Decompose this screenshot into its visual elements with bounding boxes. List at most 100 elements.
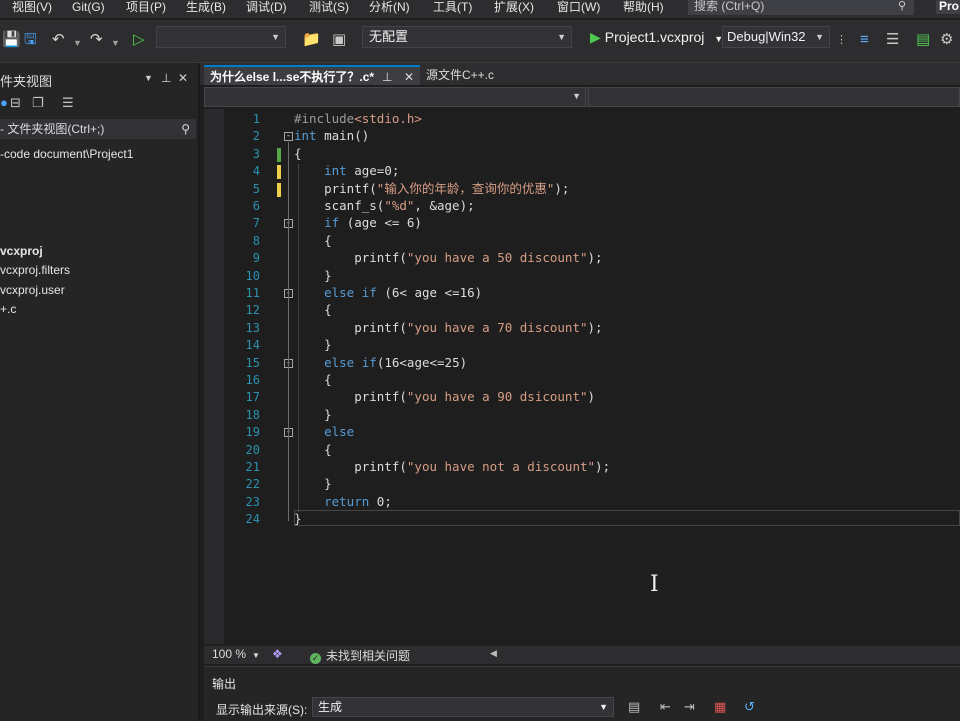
code-line[interactable]: scanf_s("%d", &age); [294,199,475,213]
code-line[interactable]: printf("输入你的年龄，查询你的优惠"); [294,181,569,196]
code-line[interactable]: { [294,233,332,248]
chevron-down-icon: ▼ [599,702,608,712]
search-input[interactable]: 搜索 (Ctrl+Q) ⚲ [688,0,914,15]
code-line[interactable]: int age=0; [294,164,399,178]
code-line[interactable]: } [294,477,332,491]
collapse-all-icon[interactable]: ⊟ [10,95,21,111]
tree-item-filters-file[interactable]: vcxproj.filters [0,263,70,277]
account-badge[interactable]: Pro [936,0,960,14]
menu-debug[interactable]: 调试(D) [246,0,287,14]
previous-message-icon[interactable]: ⇤ [660,699,671,715]
close-icon[interactable]: ✕ [404,67,414,87]
menu-analyze[interactable]: 分析(N) [369,0,410,14]
run-button[interactable]: ▶ Project1.vcxproj ▼ [590,27,723,47]
scope-dropdown[interactable]: ▼ [204,87,586,107]
folder-search-input[interactable]: - 文件夹视图(Ctrl+;) ⚲ [0,119,196,139]
code-line[interactable]: printf("you have a 70 discount"); [294,320,602,335]
tab-document[interactable]: 源文件C++.c [420,65,742,85]
window-layout-icon[interactable]: ▣ [332,31,346,49]
code-line[interactable]: else [294,425,354,439]
configuration-combo[interactable]: 无配置 ▼ [362,26,572,48]
redo-dropdown-icon[interactable]: ▼ [111,34,120,52]
menu-window[interactable]: 窗口(W) [557,0,600,14]
check-icon: ✓ [310,653,321,664]
editor-status-bar: 100 % ▼ ❖ ✓ 未找到相关问题 ◀ [204,646,960,664]
code-line[interactable]: return 0; [294,494,392,509]
code-line[interactable]: printf("you have a 50 discount"); [294,251,602,265]
code-line[interactable]: { [294,303,332,317]
menu-tools[interactable]: 工具(T) [433,0,472,14]
start-without-debug-icon[interactable]: ▷ [133,31,145,49]
menu-build[interactable]: 生成(B) [186,0,226,14]
code-line[interactable]: } [294,338,332,352]
tree-item-project-file[interactable]: vcxproj [0,244,43,258]
find-message-icon[interactable]: ▤ [628,699,640,715]
save-all-icon[interactable]: 🖫 [24,31,37,49]
tree-item-folder[interactable]: -code document\Project1 [0,147,133,161]
panel-toolbar: ● ⊟ ❐ ☰ [0,95,198,113]
code-line[interactable]: printf("you have a 90 dsicount") [294,390,595,404]
menu-view[interactable]: 视图(V) [12,0,52,14]
startup-item-combo[interactable]: ▼ [156,26,286,48]
document-tabs: 为什么else l...se不执行了？.c* ⊥ ✕ 源文件C++.c [200,63,960,85]
undo-icon[interactable]: ↶ [52,31,65,49]
code-line[interactable]: } [294,268,332,283]
tree-item-user-file[interactable]: vcxproj.user [0,283,65,297]
build-config-combo[interactable]: Debug|Win32 ▼ [722,26,830,48]
code-line[interactable]: { [294,442,332,457]
code-line[interactable]: } [294,407,332,422]
scroll-left-icon[interactable]: ◀ [490,648,497,659]
menu-help[interactable]: 帮助(H) [623,0,664,14]
code-line[interactable]: else if(16<age<=25) [294,355,467,370]
menu-test[interactable]: 测试(S) [309,0,349,14]
collapse-icon[interactable]: - [284,132,293,142]
open-folder-icon[interactable]: 📁 [302,31,321,49]
tree-item-source-file[interactable]: +.c [0,302,16,316]
undo-dropdown-icon[interactable]: ▼ [73,34,82,52]
code-line[interactable]: if (age <= 6) [294,216,422,230]
line-number: 8 [252,233,260,248]
code-line[interactable]: #include<stdio.h> [294,112,422,126]
search-icon[interactable]: ⚲ [898,0,906,13]
tab-active-document[interactable]: 为什么else l...se不执行了？.c* ⊥ ✕ [204,65,420,85]
line-number: 16 [245,373,260,387]
clear-all-icon[interactable]: ▦ [714,699,726,715]
pin-icon[interactable]: ⊥ [382,67,392,87]
search-placeholder: 搜索 (Ctrl+Q) [694,0,765,13]
intellicode-icon[interactable]: ❖ [272,647,283,661]
menu-extensions[interactable]: 扩展(X) [494,0,534,14]
search-icon: ⚲ [181,122,190,136]
issues-indicator[interactable]: ✓ 未找到相关问题 [310,647,410,664]
sync-icon[interactable]: ● [0,95,8,110]
publish-icon[interactable]: ▤ [916,31,930,49]
solution-config-icon[interactable]: ≡ [860,31,869,49]
word-wrap-icon[interactable]: ↺ [744,699,755,715]
pin-icon[interactable]: ⊥ [161,71,171,85]
layout-icon[interactable]: ☰ [886,31,899,49]
code-editor[interactable]: 12-34567-891011-12131415-16171819-202122… [204,109,960,644]
menu-project[interactable]: 项目(P) [126,0,166,14]
code-line[interactable]: { [294,373,332,387]
line-number: 9 [252,251,260,266]
redo-icon[interactable]: ↷ [90,31,103,49]
overflow-icon[interactable]: ⋮ [836,31,847,49]
properties-icon[interactable]: ☰ [62,95,74,111]
code-line[interactable]: int main() [294,129,369,143]
zoom-control[interactable]: 100 % ▼ [212,647,260,661]
code-line[interactable]: else if (6< age <=16) [294,286,482,300]
editor-gutter: 12-34567-891011-12131415-16171819-202122… [224,109,296,644]
code-line[interactable]: printf("you have not a discount"); [294,460,610,474]
output-source-select[interactable]: 生成 ▼ [312,697,614,717]
panel-menu-icon[interactable]: ▼ [144,73,153,83]
save-icon[interactable]: 💾 [2,31,21,49]
code-line[interactable]: { [294,146,302,161]
settings-icon[interactable]: ⚙ [940,31,953,49]
close-icon[interactable]: ✕ [178,71,188,85]
menu-git[interactable]: Git(G) [72,0,105,14]
outline-line [288,142,289,522]
member-dropdown[interactable] [588,87,960,107]
next-message-icon[interactable]: ⇥ [684,699,695,715]
line-number: 4 [252,164,260,179]
build-config-value: Debug|Win32 [727,29,806,44]
show-all-files-icon[interactable]: ❐ [32,95,44,111]
